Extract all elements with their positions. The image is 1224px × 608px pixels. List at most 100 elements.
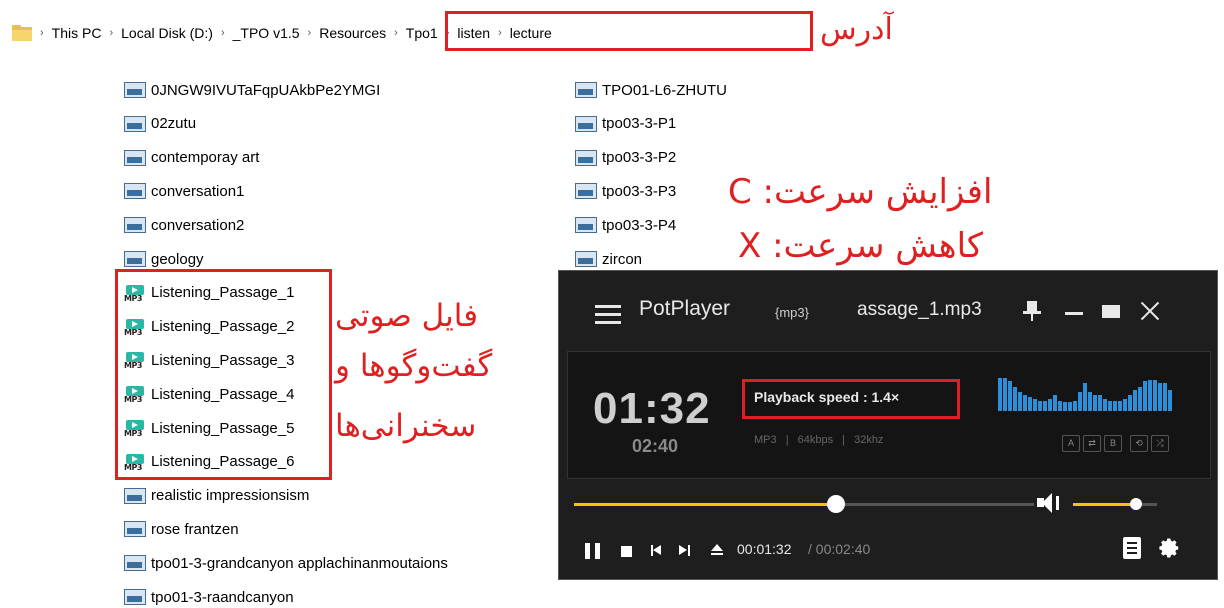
visualizer-bar	[1143, 381, 1147, 411]
visualizer-bar	[1043, 400, 1047, 411]
visualizer-bar	[1033, 398, 1037, 411]
visualizer-bar	[1118, 400, 1122, 411]
stop-icon[interactable]	[621, 546, 632, 557]
minimize-icon[interactable]	[1063, 297, 1085, 325]
meta-separator: |	[842, 434, 846, 446]
chevron-right-icon[interactable]: ›	[306, 27, 314, 39]
visualizer-bar	[1158, 383, 1162, 411]
chevron-right-icon[interactable]: ›	[38, 27, 46, 39]
image-file-icon	[575, 183, 597, 200]
breadcrumb-tpo[interactable]: _TPO v1.5	[227, 25, 306, 41]
menu-icon[interactable]	[595, 305, 621, 325]
volume-handle[interactable]	[1130, 498, 1142, 510]
playlist-icon[interactable]	[1123, 537, 1141, 559]
duration: 02:40	[632, 436, 679, 456]
shuffle-button[interactable]: ⤮	[1151, 435, 1169, 452]
app-name: PotPlayer	[639, 297, 731, 320]
address-annotation: آدرس	[820, 12, 893, 47]
image-file-icon	[124, 589, 146, 605]
visualizer-bar	[1048, 398, 1052, 411]
file-name-label: zircon	[602, 250, 643, 268]
file-name-label: tpo01-3-raandcanyon	[151, 588, 294, 606]
visualizer-bar	[1168, 390, 1172, 411]
previous-icon[interactable]	[651, 543, 663, 559]
chevron-right-icon[interactable]: ›	[219, 27, 227, 39]
image-file-item[interactable]: tpo01-3-raandcanyon	[124, 586, 294, 608]
playback-speed: Playback speed : 1.4×	[754, 389, 900, 405]
audio-files-annotation-line3: سخنرانی‌ها	[335, 408, 477, 444]
visualizer-bar	[1138, 386, 1142, 411]
image-file-item[interactable]: tpo03-3-P4	[575, 214, 676, 236]
potplayer-window[interactable]: PotPlayer {mp3} assage_1.mp3 01:32 02:40…	[558, 270, 1218, 580]
meta-separator: |	[785, 434, 789, 446]
close-icon[interactable]	[1137, 297, 1163, 325]
maximize-icon[interactable]	[1100, 297, 1122, 325]
info-panel: 01:32 02:40 Playback speed : 1.4× MP3 | …	[567, 351, 1211, 479]
visualizer-bar	[998, 377, 1002, 411]
sample-rate: 32khz	[854, 434, 884, 446]
pause-icon[interactable]	[585, 543, 601, 559]
visualizer-bar	[1133, 390, 1137, 411]
image-file-icon	[124, 149, 146, 166]
visualizer-bar	[1028, 397, 1032, 411]
file-name-label: geology	[151, 250, 204, 268]
file-name-label: rose frantzen	[151, 520, 239, 538]
file-name-label: 02zutu	[151, 115, 197, 133]
image-file-icon	[124, 521, 146, 538]
chevron-right-icon[interactable]: ›	[392, 27, 400, 39]
volume-slider[interactable]	[1073, 498, 1157, 510]
visualizer-bar	[1153, 379, 1157, 411]
visualizer-bar	[1013, 386, 1017, 411]
image-file-item[interactable]: contemporay art	[124, 147, 259, 169]
audio-files-annotation-line1: فایل صوتی	[335, 298, 479, 334]
pin-icon[interactable]	[1021, 297, 1043, 325]
image-file-icon	[124, 183, 146, 200]
gear-icon[interactable]	[1159, 537, 1181, 559]
breadcrumb-resources[interactable]: Resources	[313, 25, 392, 41]
visualizer-bar	[1103, 398, 1107, 411]
image-file-item[interactable]: realistic impressionsism	[124, 485, 309, 507]
visualizer-bar	[1058, 400, 1062, 411]
image-file-item[interactable]: tpo01-3-grandcanyon applachinanmoutaions	[124, 552, 448, 574]
file-name-label: tpo03-3-P1	[602, 115, 677, 133]
image-file-item[interactable]: 0JNGW9IVUTaFqpUAkbPe2YMGI	[124, 79, 380, 101]
image-file-item[interactable]: conversation1	[124, 180, 244, 202]
image-file-item[interactable]: tpo03-3-P2	[575, 147, 676, 169]
breadcrumb-tpo1[interactable]: Tpo1	[400, 25, 444, 41]
chevron-right-icon[interactable]: ›	[107, 27, 115, 39]
image-file-item[interactable]: geology	[124, 248, 204, 270]
file-name-label: conversation2	[151, 216, 245, 234]
total-time: / 00:02:40	[808, 541, 871, 557]
seek-handle[interactable]	[827, 495, 846, 513]
repeat-button[interactable]: ⟲	[1130, 435, 1148, 452]
visualizer-bar	[1073, 400, 1077, 411]
image-file-item[interactable]: TPO01-L6-ZHUTU	[575, 79, 727, 101]
image-file-item[interactable]: zircon	[575, 248, 642, 270]
visualizer-bar	[1098, 395, 1102, 411]
visualizer-bar	[1093, 395, 1097, 411]
visualizer-bar	[1078, 391, 1082, 411]
ab-end-button[interactable]: B	[1104, 435, 1122, 452]
player-title-bar[interactable]: PotPlayer {mp3} assage_1.mp3	[559, 271, 1217, 349]
format-label: {mp3}	[775, 305, 809, 320]
image-file-item[interactable]: tpo03-3-P3	[575, 180, 676, 202]
ab-repeat-button[interactable]: ⇄	[1083, 435, 1101, 452]
visualizer-bar	[1163, 383, 1167, 411]
visualizer-bar	[1113, 400, 1117, 411]
volume-icon[interactable]	[1037, 491, 1063, 515]
image-file-item[interactable]: tpo03-3-P1	[575, 113, 676, 135]
visualizer-bar	[1128, 395, 1132, 411]
speed-up-annotation: افزایش سرعت: C	[728, 172, 993, 212]
image-file-item[interactable]: conversation2	[124, 214, 244, 236]
image-file-item[interactable]: rose frantzen	[124, 518, 239, 540]
eject-icon[interactable]	[711, 543, 723, 559]
image-file-icon	[575, 251, 597, 267]
next-icon[interactable]	[679, 543, 691, 559]
image-file-item[interactable]: 02zutu	[124, 113, 196, 135]
image-file-icon	[124, 115, 146, 132]
ab-start-button[interactable]: A	[1062, 435, 1080, 452]
breadcrumb-this-pc[interactable]: This PC	[46, 25, 108, 41]
file-name-label: tpo03-3-P4	[602, 216, 677, 234]
breadcrumb-local-disk[interactable]: Local Disk (D:)	[115, 25, 219, 41]
visualizer-bar	[1148, 379, 1152, 411]
